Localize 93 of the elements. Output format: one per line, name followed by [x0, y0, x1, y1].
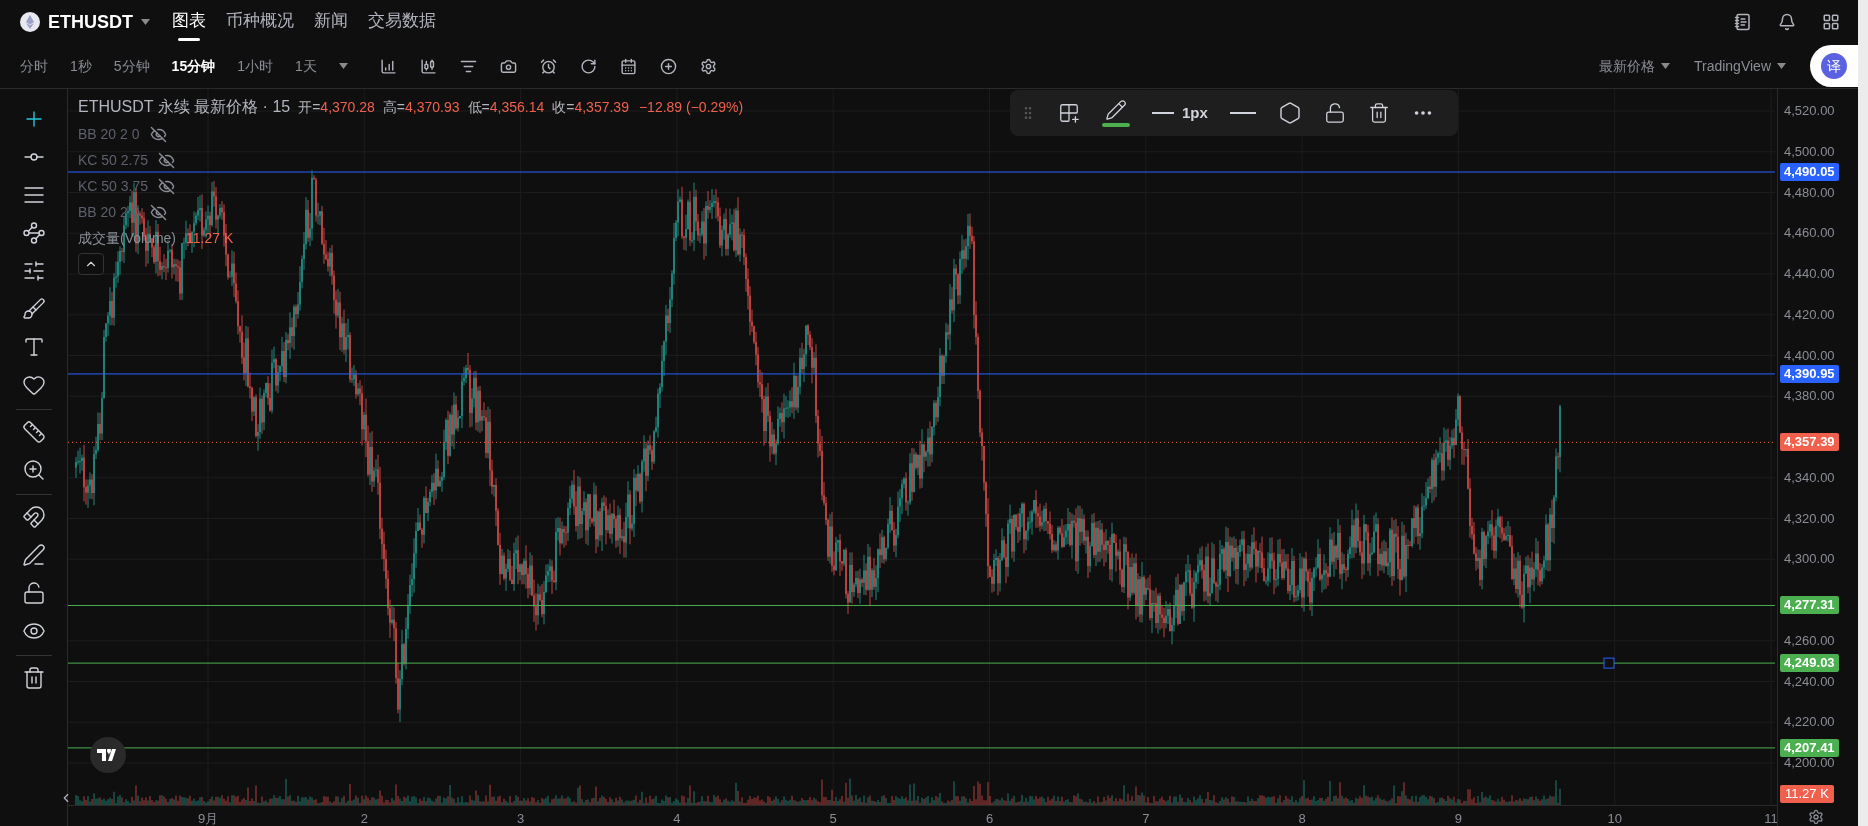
line-width-label[interactable]: 1px — [1182, 101, 1208, 125]
nav-tab[interactable]: 交易数据 — [368, 0, 436, 44]
trash-icon[interactable] — [1367, 102, 1390, 124]
indicator-label[interactable]: KC 50 3.75 — [78, 175, 149, 197]
time-axis-label: 9月 — [197, 810, 219, 826]
line-dash-icon[interactable] — [1229, 112, 1256, 114]
price-line-label[interactable]: 4,390.95 — [1780, 364, 1839, 383]
time-axis-label: 5 — [829, 810, 837, 826]
notebook-icon[interactable] — [1734, 13, 1752, 31]
camera-icon[interactable] — [499, 57, 517, 75]
more-intervals-caret-icon — [338, 63, 348, 69]
ethereum-logo-icon — [20, 12, 40, 32]
dropdown-caret-icon — [1660, 63, 1670, 69]
dropdown-caret-icon — [1777, 63, 1786, 69]
bell-icon[interactable] — [1778, 13, 1796, 31]
scrollbar-track[interactable] — [1858, 0, 1868, 826]
price-tick: 4,400.00 — [1784, 346, 1835, 365]
ohlc-label: 收= — [552, 98, 575, 117]
translate-badge: 译 — [1821, 53, 1847, 79]
price-tick: 4,480.00 — [1784, 183, 1835, 202]
time-axis-label: 11 — [1764, 810, 1778, 826]
price-line[interactable] — [68, 441, 1775, 443]
nav-tab[interactable]: 新闻 — [314, 0, 348, 44]
time-axis-label: 9 — [1454, 810, 1462, 826]
time-axis-label: 4 — [673, 810, 681, 826]
ohlc-value: 4,356.14 — [489, 98, 545, 117]
price-tick: 4,460.00 — [1784, 224, 1835, 243]
time-axis-label: 6 — [985, 810, 994, 826]
interval-button[interactable]: 1秒 — [70, 55, 92, 77]
nav-tab[interactable]: 图表 — [172, 0, 206, 44]
interval-button[interactable]: 5分钟 — [113, 55, 150, 77]
price-tick: 4,420.00 — [1784, 306, 1835, 324]
price-change: −12.89 (−0.29%) — [638, 98, 744, 117]
interval-button[interactable]: 分时 — [20, 55, 48, 77]
collapse-legend-button[interactable] — [78, 253, 104, 275]
settings-icon[interactable] — [699, 57, 717, 75]
hidden-eye-icon[interactable] — [158, 151, 176, 169]
price-tick: 4,240.00 — [1784, 672, 1835, 691]
indicators-icon[interactable] — [379, 57, 397, 75]
symbol-name[interactable]: ETHUSDT — [48, 8, 133, 36]
hidden-eye-icon[interactable] — [149, 125, 167, 143]
price-tick: 4,340.00 — [1784, 469, 1835, 487]
ohlc-value: 4,357.39 — [574, 98, 629, 117]
candlestick-icon[interactable] — [419, 57, 437, 75]
time-axis-label: 10 — [1607, 810, 1622, 826]
time-axis-label: 3 — [517, 810, 525, 826]
line-handle[interactable] — [1603, 657, 1615, 669]
ohlc-label: 低= — [467, 98, 490, 117]
ohlc-label: 高= — [382, 98, 406, 117]
hidden-eye-icon[interactable] — [158, 177, 176, 195]
hexagon-settings-icon[interactable] — [1277, 101, 1302, 125]
tradingview-logo[interactable] — [90, 737, 126, 773]
time-axis-label: 7 — [1142, 810, 1150, 826]
chart-title: ETHUSDT 永续 最新价格 · 15 — [78, 97, 291, 117]
indicator-label[interactable]: BB 20 2 0 — [78, 123, 140, 145]
pencil-icon[interactable] — [1105, 99, 1127, 121]
symbol-caret-icon — [141, 19, 150, 25]
interval-button[interactable]: 15分钟 — [171, 55, 216, 77]
ohlc-value: 4,370.28 — [320, 98, 375, 117]
settings-icon[interactable] — [1808, 809, 1824, 825]
price-tick: 4,320.00 — [1784, 509, 1835, 528]
unlock-icon[interactable] — [1323, 102, 1346, 124]
price-tick: 4,440.00 — [1784, 265, 1835, 284]
tv-logo-icon — [97, 749, 119, 761]
replay-icon[interactable] — [579, 57, 597, 75]
translate-bubble[interactable]: 译 — [1810, 45, 1858, 87]
indicator-label[interactable]: KC 50 2.75 — [78, 149, 149, 171]
calendar-icon[interactable] — [619, 57, 637, 75]
price-tick: 4,260.00 — [1784, 632, 1835, 650]
price-tick: 4,380.00 — [1784, 387, 1835, 406]
price-tick: 4,520.00 — [1784, 102, 1835, 121]
interval-button[interactable]: 1天 — [294, 55, 317, 77]
nav-tab[interactable]: 币种概况 — [226, 0, 294, 44]
price-line-label[interactable]: 4,490.05 — [1780, 163, 1839, 181]
time-axis-label: 8 — [1298, 810, 1306, 826]
ohlc-label: 开= — [298, 98, 321, 117]
template-icon[interactable] — [1058, 102, 1080, 124]
time-axis-label: 2 — [360, 810, 368, 826]
alarm-icon[interactable] — [539, 57, 557, 75]
dropdown-button[interactable]: 最新价格 — [1598, 55, 1670, 77]
interval-button[interactable]: 1小时 — [237, 55, 273, 77]
hidden-eye-icon[interactable] — [149, 203, 167, 221]
price-tick: 4,500.00 — [1784, 143, 1835, 161]
price-line-label[interactable]: 4,357.39 — [1780, 433, 1839, 452]
grid-icon[interactable] — [1822, 13, 1840, 31]
ohlc-value: 4,370.93 — [405, 98, 460, 117]
price-tick: 4,220.00 — [1784, 713, 1835, 732]
dropdown-button[interactable]: TradingView — [1693, 55, 1786, 77]
add-icon[interactable] — [659, 57, 677, 75]
price-tick: 4,300.00 — [1784, 550, 1835, 569]
price-tick: 4,200.00 — [1784, 754, 1835, 773]
volume-axis-label: 11.27 K — [1780, 785, 1834, 803]
color-swatch[interactable] — [1102, 123, 1130, 127]
